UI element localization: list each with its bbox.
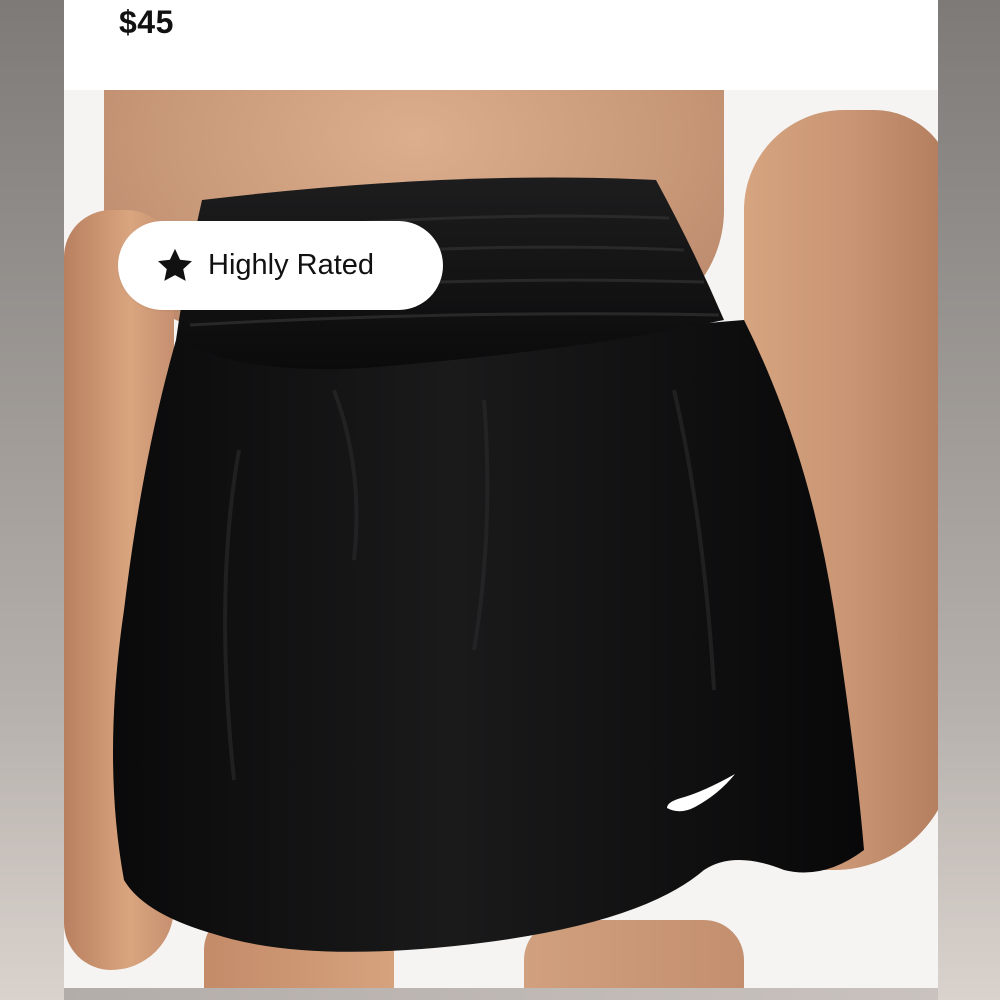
right-background-edge <box>938 0 1000 1000</box>
product-photo[interactable]: Highly Rated <box>64 90 938 988</box>
bottom-background-strip <box>64 988 938 1000</box>
star-icon <box>158 248 192 281</box>
screenshot-page: $45 Highly Rated <box>0 0 1000 1000</box>
product-listing-card[interactable]: $45 Highly Rated <box>64 0 938 1000</box>
highly-rated-badge[interactable]: Highly Rated <box>118 221 443 310</box>
badge-label: Highly Rated <box>208 249 375 281</box>
left-background-edge <box>0 0 64 1000</box>
product-price: $45 <box>119 4 174 40</box>
